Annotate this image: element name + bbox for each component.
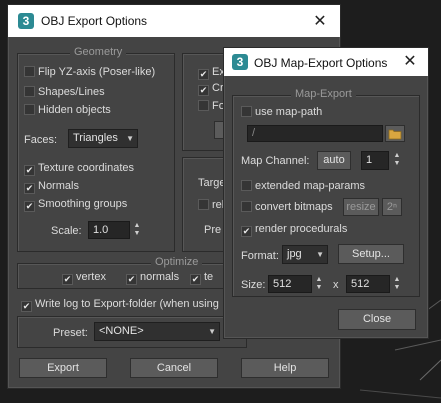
size-label: Size: — [241, 279, 266, 291]
format-dropdown[interactable]: jpg ▼ — [282, 245, 328, 264]
scale-label: Scale: — [51, 225, 82, 237]
rel-checkbox[interactable]: rel — [198, 199, 224, 212]
optimize-normals-checkbox[interactable]: ✔ normals — [126, 271, 179, 285]
chevron-down-icon: ▼ — [126, 134, 134, 143]
ex-checkbox[interactable]: ✔ Ex — [198, 66, 225, 80]
scale-input[interactable]: 1.0 — [88, 221, 130, 239]
map-export-window: 3 OBJ Map-Export Options ✕ Map-Export us… — [223, 47, 429, 339]
map-window-title: OBJ Map-Export Options — [254, 56, 388, 70]
fo-checkbox[interactable]: Fo — [198, 100, 225, 113]
preset-label: Preset: — [53, 327, 88, 339]
3dsmax-logo-icon: 3 — [232, 54, 248, 70]
optimize-group-title: Optimize — [151, 256, 203, 268]
3dsmax-logo-icon: 3 — [18, 13, 34, 29]
close-icon[interactable]: ✕ — [310, 11, 330, 31]
folder-icon — [388, 129, 402, 140]
shapes-lines-checkbox[interactable]: Shapes/Lines — [24, 86, 105, 99]
normals-checkbox[interactable]: ✔ Normals — [24, 180, 79, 194]
cancel-button[interactable]: Cancel — [130, 358, 218, 378]
faces-label: Faces: — [24, 134, 58, 146]
pre-label: Pre — [204, 224, 222, 236]
chevron-down-icon: ▼ — [316, 250, 324, 259]
browse-folder-button[interactable] — [385, 125, 405, 142]
close-icon[interactable]: ✕ — [400, 51, 420, 71]
width-input[interactable]: 512 — [268, 275, 312, 293]
power-of-two-button[interactable]: 2ⁿ — [382, 198, 402, 216]
hidden-objects-checkbox[interactable]: Hidden objects — [24, 104, 111, 117]
format-label: Format: — [241, 250, 279, 262]
cr-checkbox[interactable]: ✔ Cr — [198, 82, 224, 96]
resize-button[interactable]: resize — [343, 198, 379, 216]
map-export-group-title: Map-Export — [291, 88, 356, 100]
chevron-down-icon: ▼ — [208, 327, 216, 336]
render-procedurals-checkbox[interactable]: ✔ render procedurals — [241, 223, 347, 237]
map-channel-input[interactable]: 1 — [361, 151, 389, 170]
obj-export-titlebar[interactable]: 3 OBJ Export Options ✕ — [8, 5, 340, 37]
flip-yz-checkbox[interactable]: Flip YZ-axis (Poser-like) — [24, 66, 155, 79]
map-channel-label: Map Channel: — [241, 155, 310, 167]
close-button[interactable]: Close — [338, 309, 416, 330]
target-label: Targe — [198, 177, 226, 189]
texture-coordinates-checkbox[interactable]: ✔ Texture coordinates — [24, 162, 134, 176]
height-spinner[interactable]: ▲ ▼ — [392, 276, 402, 292]
faces-dropdown[interactable]: Triangles ▼ — [68, 129, 138, 148]
setup-button[interactable]: Setup... — [338, 244, 404, 264]
use-map-path-checkbox[interactable]: use map-path — [241, 106, 322, 119]
convert-bitmaps-checkbox[interactable]: convert bitmaps — [241, 201, 333, 214]
optimize-texture-checkbox[interactable]: ✔ te — [190, 271, 213, 285]
width-spinner[interactable]: ▲ ▼ — [314, 276, 324, 292]
optimize-vertex-checkbox[interactable]: ✔ vertex — [62, 271, 106, 285]
write-log-checkbox[interactable]: ✔ Write log to Export-folder (when using — [21, 298, 219, 312]
scale-spinner[interactable]: ▲ ▼ — [132, 222, 142, 238]
smoothing-groups-checkbox[interactable]: ✔ Smoothing groups — [24, 198, 127, 212]
auto-button[interactable]: auto — [317, 151, 351, 170]
map-export-titlebar[interactable]: 3 OBJ Map-Export Options ✕ — [224, 48, 428, 76]
preset-dropdown[interactable]: <NONE> ▼ — [94, 322, 220, 341]
map-channel-spinner[interactable]: ▲ ▼ — [392, 152, 402, 168]
export-button[interactable]: Export — [19, 358, 107, 378]
window-title: OBJ Export Options — [41, 14, 148, 28]
extended-map-params-checkbox[interactable]: extended map-params — [241, 180, 365, 193]
height-input[interactable]: 512 — [346, 275, 390, 293]
size-x-label: x — [333, 279, 339, 291]
geometry-group-title: Geometry — [70, 46, 127, 58]
help-button[interactable]: Help — [241, 358, 329, 378]
map-path-input[interactable]: / — [247, 125, 383, 142]
